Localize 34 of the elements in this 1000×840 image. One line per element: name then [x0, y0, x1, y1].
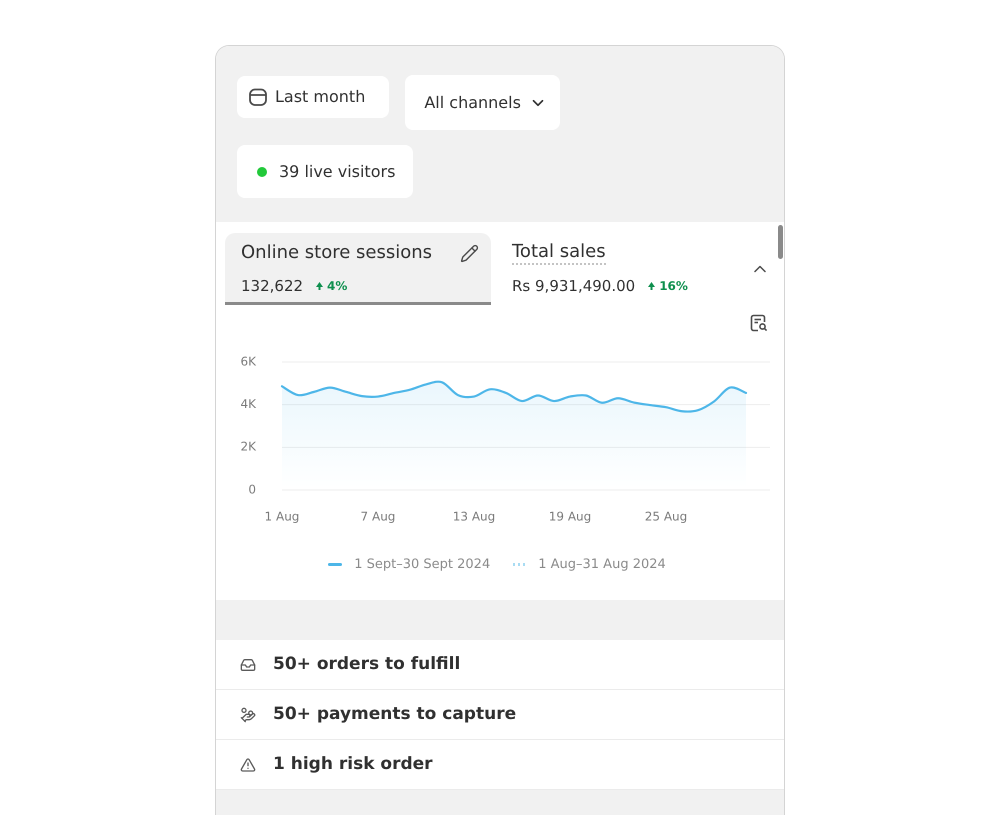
metric-title: Online store sessions	[241, 241, 432, 265]
hand-coins-icon	[240, 706, 256, 722]
pencil-icon[interactable]	[460, 244, 479, 262]
task-label: 50+ orders to fulfill	[273, 652, 460, 676]
x-axis-label: 7 Aug	[360, 509, 396, 524]
channel-dropdown[interactable]: All channels	[405, 75, 560, 130]
live-visitors-button[interactable]: 39 live visitors	[237, 145, 414, 198]
y-axis-label: 0	[248, 482, 256, 496]
report-search-icon[interactable]	[749, 313, 769, 333]
calendar-icon	[248, 87, 268, 107]
y-axis-label: 4K	[240, 396, 256, 411]
legend-label: 1 Sept–30 Sept 2024	[354, 556, 490, 574]
metric-value: Rs 9,931,490.00	[512, 276, 636, 297]
metric-value: 132,622	[241, 276, 304, 297]
x-axis-label: 1 Aug	[264, 509, 300, 524]
metric-tab[interactable]: Online store sessions 132,622 4%	[225, 233, 491, 305]
y-axis-label: 6K	[240, 354, 256, 368]
y-axis-label: 2K	[240, 440, 256, 454]
metric-change: 16%	[659, 278, 688, 295]
metric-change: 4%	[327, 278, 348, 295]
metric-title: Total sales	[512, 241, 606, 265]
warning-icon	[240, 756, 256, 772]
metric-tab[interactable]: Total sales Rs 9,931,490.00 16%	[500, 233, 722, 305]
task-label: 1 high risk order	[273, 752, 433, 776]
legend-label: 1 Aug–31 Aug 2024	[538, 556, 666, 574]
task-label: 50+ payments to capture	[273, 702, 516, 726]
x-axis-label: 13 Aug	[452, 509, 496, 524]
inbox-icon	[240, 656, 256, 672]
trend-up-icon	[316, 282, 324, 290]
trend-up-icon	[648, 282, 656, 290]
scrollbar-thumb[interactable]	[778, 225, 783, 259]
x-axis-label: 25 Aug	[644, 509, 688, 524]
x-axis-label: 19 Aug	[548, 509, 592, 524]
date-range-button[interactable]: Last month	[237, 76, 390, 118]
